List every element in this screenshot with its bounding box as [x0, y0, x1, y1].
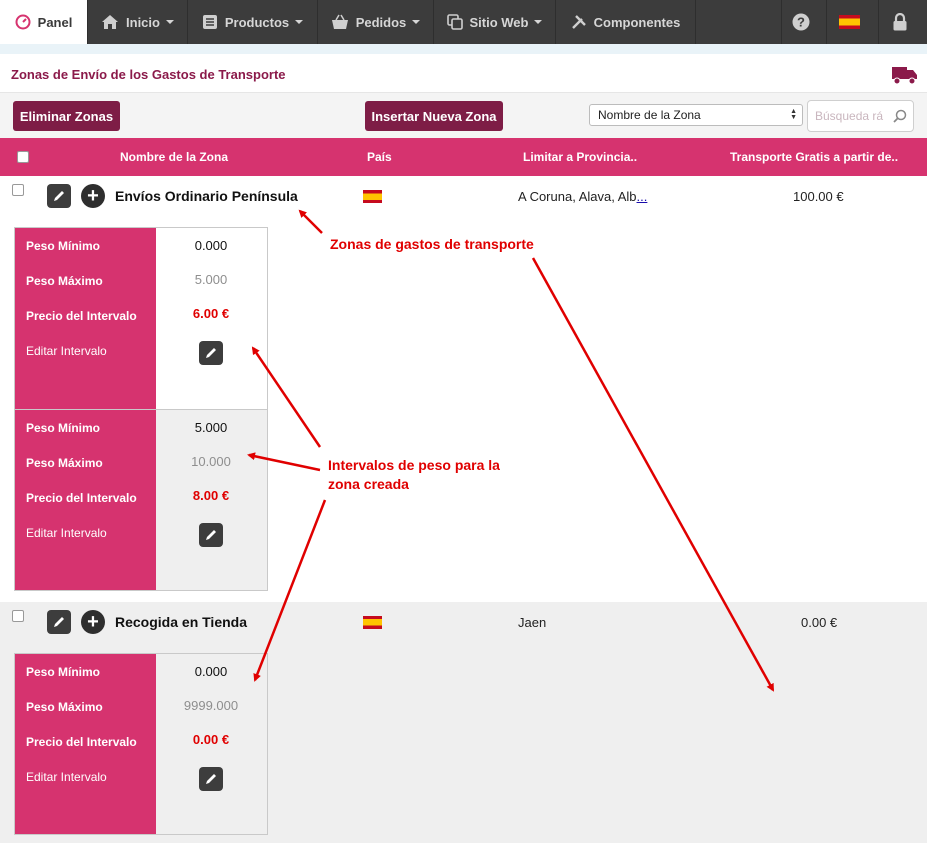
arrow-to-interval-2	[247, 452, 321, 472]
shipping-zones-page: Panel Inicio Productos Pedidos Sitio Web…	[0, 0, 927, 843]
arrow-to-zone-2	[531, 257, 775, 692]
arrow-to-interval-3	[253, 499, 327, 682]
annotation-arrows	[247, 209, 775, 692]
arrow-to-interval-1	[251, 346, 322, 448]
arrow-to-zone-name	[298, 209, 323, 234]
